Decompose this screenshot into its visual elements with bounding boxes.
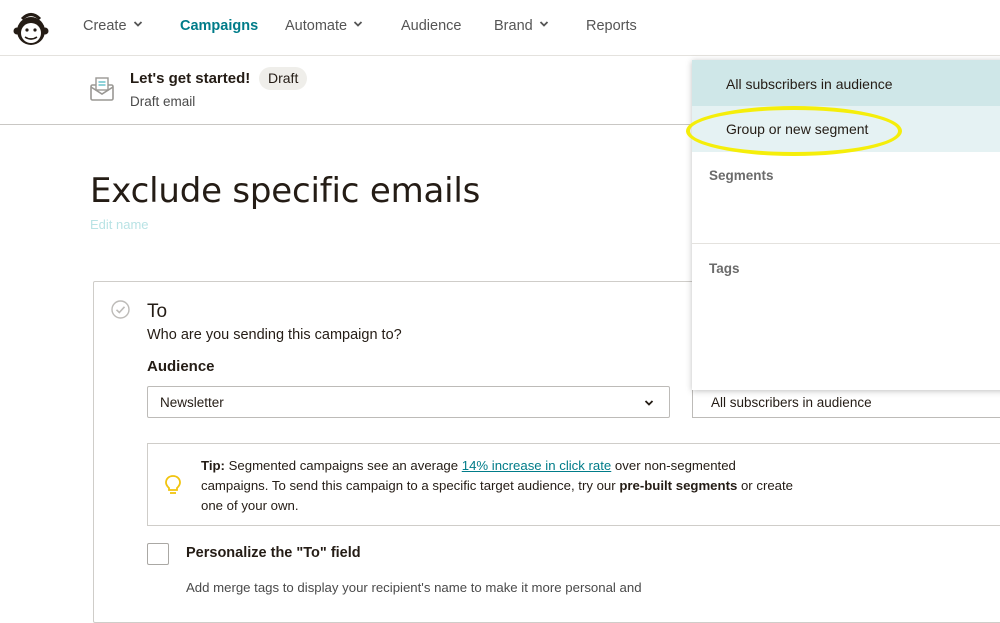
nav-campaigns[interactable]: Campaigns xyxy=(180,18,258,34)
dropdown-group-tags: Tags xyxy=(709,261,740,276)
campaign-subtitle: Draft email xyxy=(130,94,196,109)
tip-label: Tip: xyxy=(201,458,225,473)
chevron-down-icon xyxy=(539,21,548,27)
envelope-icon xyxy=(90,77,114,101)
audience-select-value: Newsletter xyxy=(160,395,224,410)
pre-built-segments-text: pre-built segments xyxy=(619,478,738,493)
dropdown-divider xyxy=(692,243,1000,244)
tip-text-before: Segmented campaigns see an average xyxy=(224,458,462,473)
click-rate-link[interactable]: 14% increase in click rate xyxy=(462,458,612,473)
dropdown-option-group-segment[interactable]: Group or new segment xyxy=(692,106,1000,152)
checkmark-circle-icon xyxy=(111,300,130,319)
mailchimp-logo-icon[interactable] xyxy=(12,9,50,47)
chevron-down-icon xyxy=(133,21,142,27)
status-badge: Draft xyxy=(259,67,308,90)
audience-select[interactable]: Newsletter xyxy=(147,386,670,418)
personalize-checkbox[interactable] xyxy=(147,543,169,565)
segment-dropdown-menu: All subscribers in audience Group or new… xyxy=(692,60,1000,390)
segment-select-value: All subscribers in audience xyxy=(711,395,872,410)
nav-automate-label: Automate xyxy=(285,18,348,34)
to-section-subtitle: Who are you sending this campaign to? xyxy=(147,327,402,343)
chevron-down-icon xyxy=(644,400,654,406)
dropdown-option-all-subscribers[interactable]: All subscribers in audience xyxy=(692,60,1000,106)
nav-create-label: Create xyxy=(83,18,127,34)
nav-create[interactable]: Create xyxy=(83,18,143,34)
top-nav: Create Campaigns Automate Audience Brand… xyxy=(0,0,1000,56)
dropdown-group-segments: Segments xyxy=(709,168,774,183)
nav-reports-label: Reports xyxy=(586,18,637,34)
chevron-down-icon xyxy=(353,21,363,27)
nav-brand-label: Brand xyxy=(494,18,533,34)
edit-name-link[interactable]: Edit name xyxy=(90,217,149,232)
personalize-title: Personalize the "To" field xyxy=(186,545,361,561)
campaign-title: Let's get started! xyxy=(130,70,251,87)
nav-campaigns-label: Campaigns xyxy=(180,18,259,34)
segment-select[interactable]: All subscribers in audience xyxy=(692,386,1000,418)
audience-label: Audience xyxy=(147,358,215,375)
nav-reports[interactable]: Reports xyxy=(586,18,637,34)
nav-audience[interactable]: Audience xyxy=(401,18,461,34)
dropdown-option-all-label: All subscribers in audience xyxy=(726,76,893,92)
tip-text: Tip: Segmented campaigns see an average … xyxy=(201,456,801,516)
nav-audience-label: Audience xyxy=(401,18,462,34)
to-section-title: To xyxy=(147,301,168,322)
lightbulb-icon xyxy=(165,475,181,494)
nav-brand[interactable]: Brand xyxy=(494,18,549,34)
dropdown-option-group-label: Group or new segment xyxy=(726,121,869,137)
personalize-description: Add merge tags to display your recipient… xyxy=(186,580,642,595)
page-title: Exclude specific emails xyxy=(90,171,481,211)
nav-automate[interactable]: Automate xyxy=(285,18,363,34)
